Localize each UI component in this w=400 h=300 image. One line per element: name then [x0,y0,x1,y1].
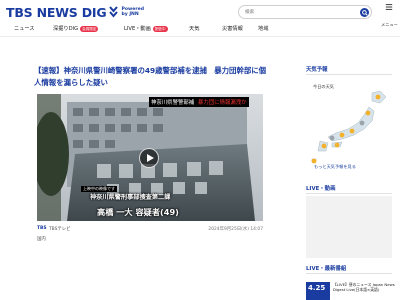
video-caption-alert: 暴力団に情報漏洩か [196,97,249,107]
menu-button[interactable]: メニュー [381,3,398,27]
live-video-placeholder [306,196,392,258]
news-list-item[interactable]: 4.25 【LIVE】昼のニュース Japan News Digest Live… [306,282,400,300]
nav-item-live[interactable]: LIVE・動画 配信中 [124,25,168,32]
weather-heading: 天気予報 [306,67,328,73]
nav-divider [0,36,400,37]
article-meta: TBS TBSテレビ 2024年9月25日(水) 14:07 [37,226,263,234]
publish-date: 2024年9月25日(水) 14:07 [208,227,263,232]
nav-label: 深掘りDIG [53,26,79,32]
logo-by: by JNN [121,12,139,17]
news-divider [306,273,392,274]
video-caption-top: 神奈川県警警部補 [149,97,197,107]
video-caption-line1: 神奈川県警刑事部捜査第二課 [90,194,171,201]
nav-label: 災害情報 [222,26,243,32]
japan-weather-map [311,90,387,164]
play-button[interactable] [139,148,159,168]
nav-item-disaster[interactable]: 災害情報 [222,25,243,32]
members-badge: 会員限定 [80,25,99,32]
search-box [238,5,372,19]
nav-item-dig[interactable]: 深掘りDIG 会員限定 [53,25,99,32]
news-item-text: 【LIVE】昼のニュース Japan News Digest Live(日本語×… [333,282,395,292]
search-button[interactable] [360,8,369,17]
source-station[interactable]: TBSテレビ [49,226,71,232]
news-heading: LIVE・最新番組 [306,266,347,272]
main-nav: ニュース 深掘りDIG 会員限定 LIVE・動画 配信中 天気 災害情報 地域 [0,24,400,36]
weather-more-link[interactable]: もっと天気予報を見る [314,164,356,170]
video-caption-line2: 高橋 一大 容疑者(49) [97,207,179,217]
search-icon [361,9,368,16]
play-icon [147,154,154,162]
source-logo[interactable]: TBS [37,226,47,231]
logo-chevron-icon [109,6,119,18]
nav-label: 天気 [189,26,200,32]
live-heading[interactable]: LIVE・動画 [306,184,335,192]
article-title: 【速報】神奈川県警川崎警察署の49歳警部補を逮捕 暴力団幹部に個人情報を漏らした… [34,66,267,87]
logo-text: TBS NEWS DIG [6,4,107,20]
nav-label: LIVE・動画 [124,26,151,32]
nav-item-region[interactable]: 地域 [258,25,268,32]
hamburger-icon [385,4,393,10]
news-thumbnail-text: 4.25 [308,284,326,292]
weather-label: 今日の天気 [313,84,334,89]
live-divider [306,193,392,194]
site-header: TBS NEWS DIG Powered by JNN メニュー [0,0,400,27]
weather-widget[interactable] [306,77,392,172]
article-category[interactable]: 国内 [37,236,46,242]
nav-label: ニュース [14,26,35,32]
nav-item-news[interactable]: ニュース [14,25,35,32]
nav-label: 地域 [258,26,269,32]
logo-powered-text: Powered by JNN [121,7,144,17]
nav-item-weather[interactable]: 天気 [189,25,199,32]
news-thumbnail: 4.25 [306,282,330,300]
live-badge: 配信中 [152,25,168,32]
site-logo[interactable]: TBS NEWS DIG Powered by JNN [6,4,144,20]
weather-divider [306,74,392,75]
search-input[interactable] [245,8,355,17]
